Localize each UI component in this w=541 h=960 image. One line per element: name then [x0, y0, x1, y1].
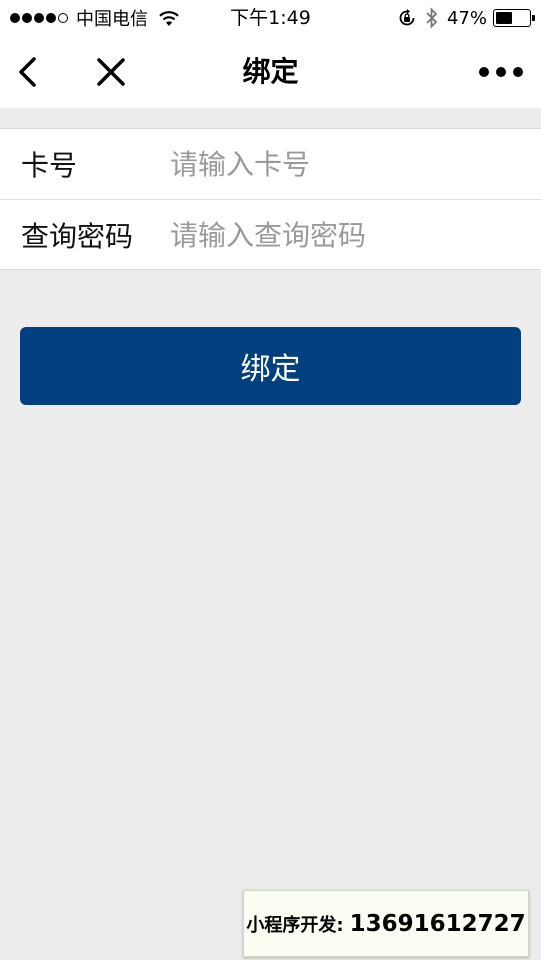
more-button[interactable] — [479, 60, 523, 84]
status-right: 47% — [397, 0, 535, 36]
close-icon — [97, 58, 125, 86]
page-title: 绑定 — [242, 55, 299, 88]
developer-label: 小程序开发: — [246, 914, 344, 936]
bind-button[interactable]: 绑定 — [20, 327, 521, 405]
developer-badge: 小程序开发: 13691612727 — [243, 890, 529, 957]
back-button[interactable] — [14, 54, 44, 90]
password-input[interactable] — [170, 210, 521, 260]
battery-percent: 47% — [446, 7, 487, 29]
card-number-input[interactable] — [170, 139, 521, 189]
rotation-lock-icon — [399, 9, 415, 26]
bind-form: 卡号 查询密码 — [0, 128, 541, 270]
chevron-left-icon — [19, 57, 36, 87]
password-label: 查询密码 — [21, 219, 134, 253]
password-row: 查询密码 — [0, 199, 541, 269]
card-number-label: 卡号 — [21, 149, 78, 182]
status-bar: 中国电信 下午1:49 47% — [0, 0, 541, 36]
battery-icon — [493, 9, 535, 27]
nav-bar: 绑定 — [0, 36, 541, 108]
close-button[interactable] — [94, 54, 128, 90]
bluetooth-icon — [426, 7, 438, 29]
card-number-row: 卡号 — [0, 129, 541, 199]
developer-phone: 13691612727 — [349, 910, 526, 937]
more-dots-icon — [479, 67, 489, 77]
